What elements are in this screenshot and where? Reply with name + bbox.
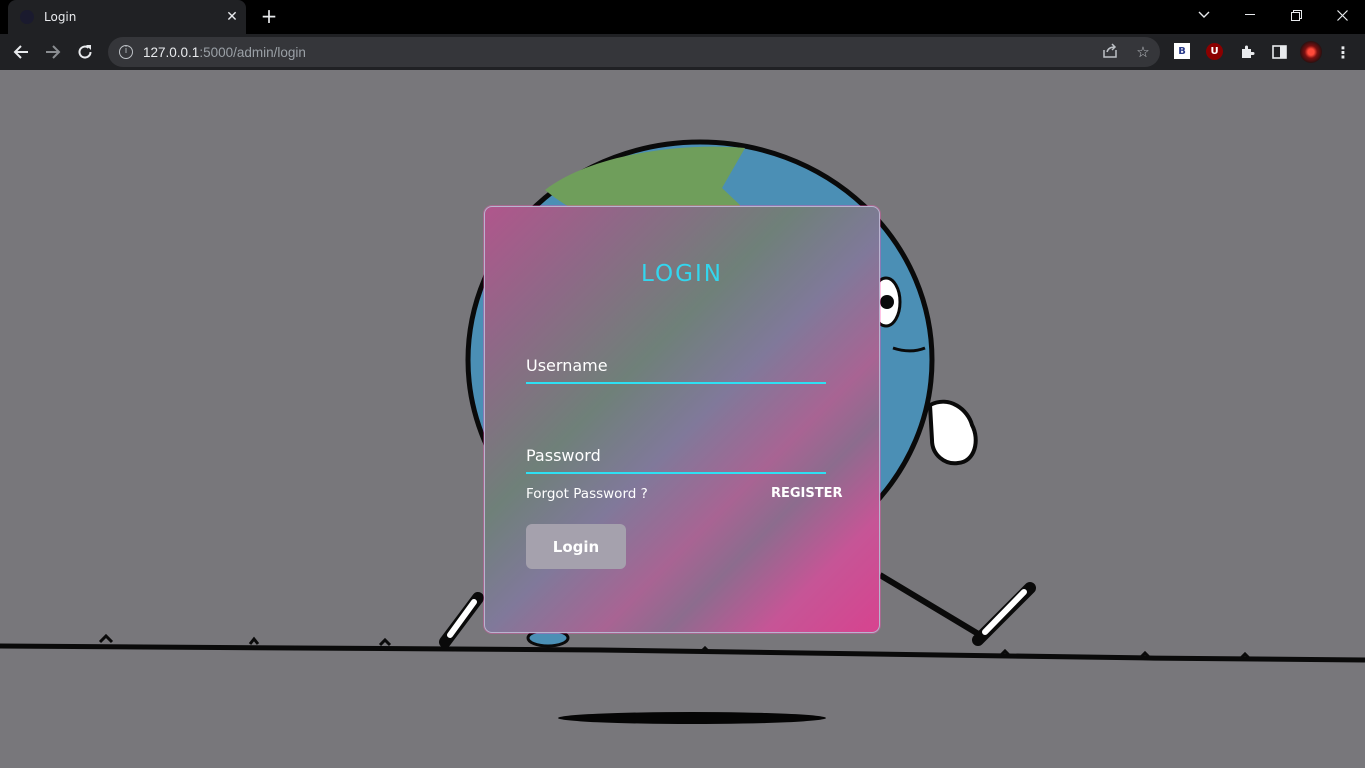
back-icon[interactable] xyxy=(8,39,34,65)
login-card: LOGIN Username Password Forgot Password … xyxy=(484,206,880,633)
username-field[interactable]: Username xyxy=(526,344,826,384)
info-icon[interactable]: i xyxy=(119,45,133,59)
puzzle-icon[interactable] xyxy=(1238,43,1256,61)
login-button[interactable]: Login xyxy=(526,524,626,569)
star-icon[interactable]: ☆ xyxy=(1134,43,1152,61)
restore-icon[interactable] xyxy=(1273,0,1319,30)
browser-toolbar: i 127.0.0.1:5000/admin/login ☆ B U ⋮ xyxy=(0,34,1365,70)
url-text: 127.0.0.1:5000/admin/login xyxy=(143,44,306,60)
new-tab-button[interactable]: + xyxy=(258,5,280,27)
password-label: Password xyxy=(526,446,601,465)
tab-title: Login xyxy=(44,10,77,24)
tab-close-icon[interactable]: ✕ xyxy=(218,9,246,25)
reload-icon[interactable] xyxy=(72,39,98,65)
browser-tabstrip: Login ✕ + xyxy=(0,0,1365,34)
menu-icon[interactable]: ⋮ xyxy=(1334,43,1352,62)
forward-icon[interactable] xyxy=(40,39,66,65)
tab-login[interactable]: Login ✕ xyxy=(8,0,246,34)
tab-search-icon[interactable] xyxy=(1181,0,1227,30)
sidepanel-icon[interactable] xyxy=(1270,43,1288,61)
close-window-icon[interactable] xyxy=(1319,0,1365,30)
login-title: LOGIN xyxy=(641,261,723,287)
address-bar[interactable]: i 127.0.0.1:5000/admin/login ☆ xyxy=(108,37,1160,67)
page-background: LOGIN Username Password Forgot Password … xyxy=(0,70,1365,768)
password-field[interactable]: Password xyxy=(526,434,826,474)
favicon-icon xyxy=(20,10,34,24)
forgot-password-link[interactable]: Forgot Password ? xyxy=(526,486,648,502)
register-link[interactable]: REGISTER xyxy=(771,486,843,501)
minimize-icon[interactable] xyxy=(1227,0,1273,30)
ublock-icon[interactable]: U xyxy=(1206,43,1223,60)
username-label: Username xyxy=(526,356,608,375)
share-icon[interactable] xyxy=(1101,43,1119,61)
profile-avatar[interactable] xyxy=(1300,41,1322,63)
extension-b-icon[interactable]: B xyxy=(1174,43,1190,59)
